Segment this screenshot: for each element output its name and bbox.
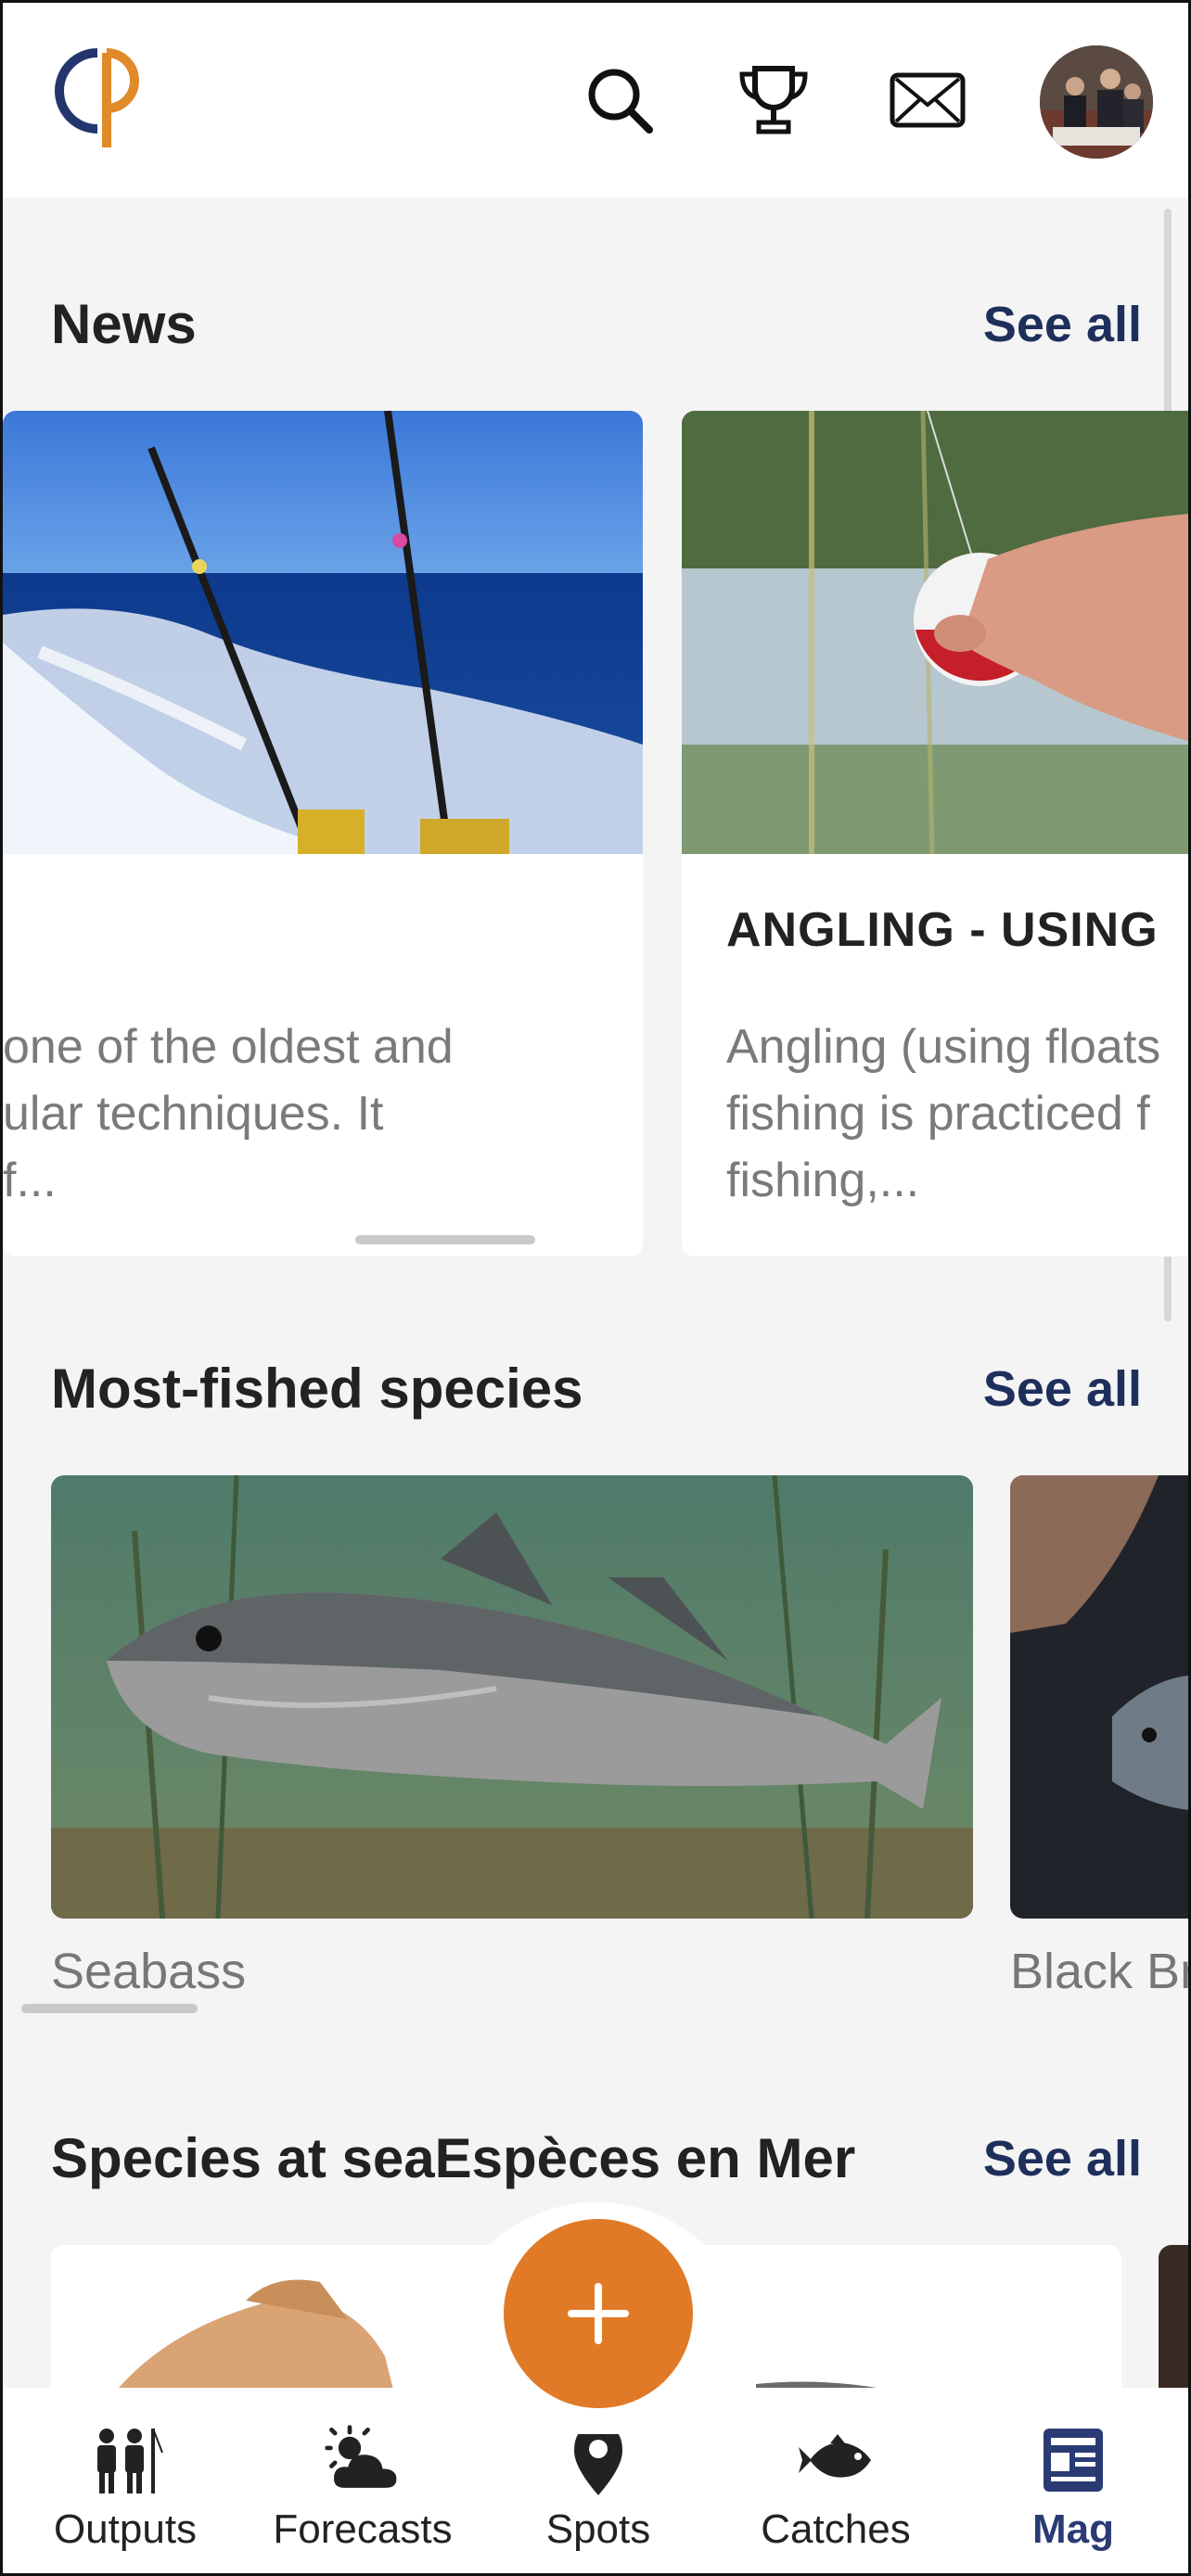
species-name: Seabass (51, 1944, 247, 1999)
add-catch-button[interactable] (504, 2219, 693, 2408)
app-logo[interactable] (51, 40, 147, 155)
trophy-icon[interactable] (732, 58, 815, 142)
tab-label: Mag (1032, 2506, 1114, 2552)
tab-outputs[interactable]: Outputs (6, 2388, 244, 2573)
species-card-image[interactable] (1010, 1475, 1188, 1919)
newspaper-icon (1034, 2423, 1112, 2497)
tab-label: Outputs (53, 2506, 198, 2552)
news-card-excerpt: Angling (using floats fishing is practic… (726, 1020, 1161, 1207)
tab-mag[interactable]: Mag (954, 2388, 1188, 2573)
news-section-title: News (51, 293, 197, 355)
sea-species-see-all-link[interactable]: See all (983, 2130, 1142, 2187)
weather-icon (324, 2423, 402, 2497)
species-name: Black Br (1010, 1944, 1191, 1999)
fish-icon (797, 2423, 875, 2497)
top-header (3, 3, 1188, 198)
mail-icon[interactable] (886, 58, 969, 142)
news-image-offshore (3, 411, 643, 854)
location-pin-icon (559, 2423, 637, 2497)
tab-label: Spots (545, 2506, 651, 2552)
news-see-all-link[interactable]: See all (983, 296, 1142, 353)
people-icon (86, 2423, 164, 2497)
news-card[interactable]: one of the oldest and ular techniques. I… (3, 411, 643, 1256)
search-icon[interactable] (578, 58, 661, 142)
species-card-image[interactable] (51, 1475, 973, 1919)
species-see-all-link[interactable]: See all (983, 1360, 1142, 1418)
sea-species-section-title: Species at seaEspèces en Mer (51, 2127, 856, 2189)
profile-avatar[interactable] (1040, 45, 1153, 159)
news-carousel-indicator (355, 1235, 535, 1244)
news-card[interactable]: ANGLING - USING Angling (using floats fi… (682, 411, 1188, 1256)
news-card-excerpt: one of the oldest and ular techniques. I… (3, 1020, 454, 1207)
tab-label: Forecasts (273, 2506, 453, 2552)
species-section-title: Most-fished species (51, 1358, 583, 1420)
app-screen: News See all one of the oldest and ular … (0, 0, 1191, 2576)
news-card-title: ANGLING - USING (726, 903, 1159, 957)
tab-label: Catches (761, 2506, 911, 2552)
plus-icon (568, 2283, 629, 2344)
species-carousel-indicator (21, 2004, 198, 2013)
news-image-float (682, 411, 1188, 854)
